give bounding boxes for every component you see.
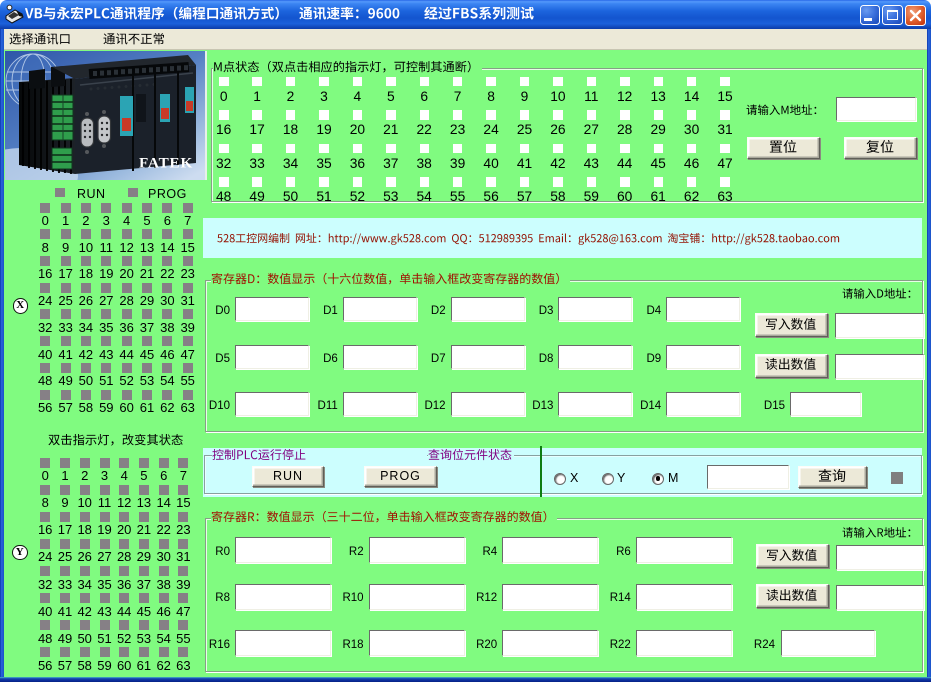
svg-text:FATEK: FATEK xyxy=(139,155,193,172)
